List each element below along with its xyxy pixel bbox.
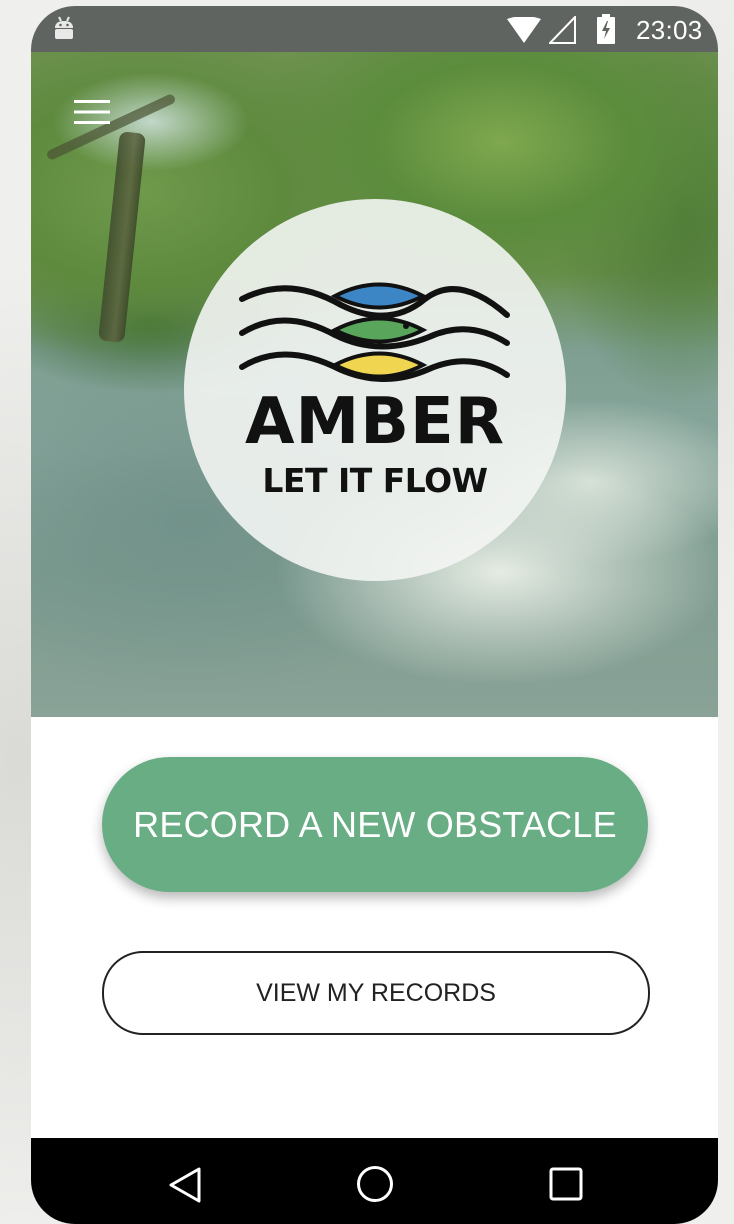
status-clock: 23:03 — [636, 15, 703, 45]
status-bar: 23:03 — [31, 6, 718, 52]
fish-logo-icon — [239, 282, 510, 382]
main-content: RECORD A NEW OBSTACLE VIEW MY RECORDS — [31, 717, 718, 1138]
system-navigation-bar — [31, 1138, 718, 1224]
home-icon[interactable] — [356, 1165, 394, 1203]
record-new-obstacle-button[interactable]: RECORD A NEW OBSTACLE — [102, 757, 648, 892]
tree-branch — [45, 92, 177, 162]
battery-charging-icon — [597, 14, 615, 44]
view-my-records-button[interactable]: VIEW MY RECORDS — [102, 951, 650, 1035]
hero-river-image: AMBER LET IT FLOW — [31, 52, 718, 717]
logo-title: AMBER — [245, 385, 505, 459]
logo-tagline: LET IT FLOW — [262, 461, 488, 500]
tree-trunk — [98, 131, 146, 343]
hamburger-menu-icon[interactable] — [74, 100, 110, 124]
signal-icon — [549, 16, 576, 44]
phone-screen: 23:03 AMBER LET IT FLOW RECORD A NEW OBS… — [31, 6, 718, 1224]
recents-icon[interactable] — [549, 1167, 583, 1201]
back-icon[interactable] — [168, 1167, 202, 1203]
app-logo: AMBER LET IT FLOW — [184, 199, 566, 581]
android-icon — [55, 16, 73, 39]
wifi-icon — [507, 17, 541, 43]
